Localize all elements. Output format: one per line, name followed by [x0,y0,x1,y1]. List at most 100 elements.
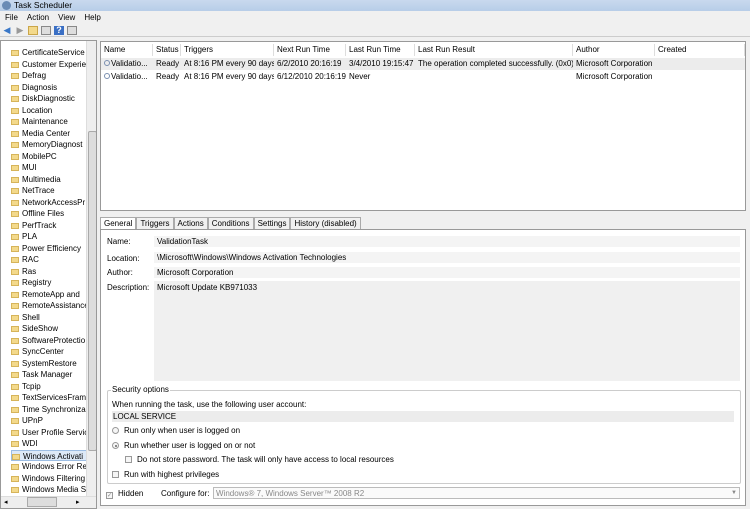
tree-item[interactable]: Time Synchroniza [11,404,89,415]
checkbox-label: Run with highest privileges [124,470,220,479]
tree-item-label: Time Synchroniza [22,404,86,414]
task-icon [104,72,110,79]
column-header[interactable]: Created [655,44,745,56]
tree-item[interactable]: Multimedia [11,174,89,185]
tree-item[interactable]: Task Manager [11,369,89,380]
tree-item[interactable]: RAC [11,254,89,265]
tree-item[interactable]: UPnP [11,415,89,426]
tree-item[interactable]: Windows Activati [11,449,89,461]
tree-item[interactable]: Offline Files [11,208,89,219]
tree-item[interactable]: TextServicesFram [11,392,89,403]
location-field: \Microsoft\Windows\Windows Activation Te… [154,252,740,263]
task-icon [104,60,110,66]
configure-for-label: Configure for: [161,489,210,498]
tree-item[interactable]: RemoteAssistance [11,300,89,311]
tree-item[interactable]: PLA [11,231,89,242]
tree-item[interactable]: Power Efficiency [11,243,89,254]
tree-item[interactable]: CertificateService [11,47,89,58]
tree-item[interactable]: PerfTrack [11,220,89,231]
list-header[interactable]: Name Status Triggers Next Run Time Last Run … [101,44,745,56]
tree-item[interactable]: Defrag [11,70,89,81]
folder-icon [11,337,19,344]
show-hide-tree-icon[interactable] [41,26,51,35]
scrollbar-thumb[interactable] [88,131,96,451]
column-header[interactable]: Last Run Result [415,44,573,56]
tree-item[interactable]: MemoryDiagnost [11,139,89,150]
tree-item[interactable]: Ras [11,266,89,277]
tree-item[interactable]: Windows Filtering [11,473,89,484]
folder-up-icon[interactable] [28,26,38,35]
tree-item[interactable]: WDI [11,438,89,449]
table-row[interactable]: Validatio... Ready At 8:16 PM every 90 day… [101,71,745,83]
help-icon[interactable]: ? [54,26,64,35]
account-prompt: When running the task, use the following… [112,400,307,409]
folder-icon [11,303,19,309]
tree-item[interactable]: SideShow [11,323,89,334]
tree-item[interactable]: Media Center [11,128,89,139]
description-field[interactable]: Microsoft Update KB971033 [154,281,740,381]
run-whether-logged-on-radio[interactable]: Run whether user is logged on or not [112,441,255,450]
column-header[interactable]: Author [573,44,655,56]
tree-item[interactable]: SyncCenter [11,346,89,357]
tree-item[interactable]: Windows Error Re [11,461,89,472]
author-field: Microsoft Corporation [154,267,740,278]
name-field[interactable]: ValidationTask [154,236,740,247]
tree-item[interactable]: Windows Media S [11,484,89,495]
column-header[interactable]: Next Run Time [274,44,346,56]
window-title: Task Scheduler [14,0,73,10]
tree-item[interactable]: Registry [11,277,89,288]
tree-item[interactable]: Tcpip [11,381,89,392]
menu-view[interactable]: View [58,12,75,24]
tree-item-label: User Profile Servic [22,427,89,437]
menu-action[interactable]: Action [27,12,49,24]
folder-icon [11,372,19,378]
forward-icon[interactable]: ▶ [15,26,25,35]
do-not-store-password-checkbox[interactable]: Do not store password. The task will onl… [125,455,394,464]
cell: Never [349,71,371,81]
tree-item-label: RemoteAssistance [22,301,89,310]
menu-file[interactable]: File [5,12,18,24]
tree-item[interactable]: User Profile Servic [11,427,89,438]
tree-horizontal-scrollbar[interactable]: ◂ ▸ [1,496,96,508]
column-header[interactable]: Name [101,44,153,56]
tree-vertical-scrollbar[interactable] [86,41,96,496]
tree-item[interactable]: Maintenance [11,116,89,127]
highest-privileges-checkbox[interactable]: Run with highest privileges [112,470,219,479]
cell: Ready [156,59,180,68]
hidden-checkbox[interactable]: ✓ Hidden [106,489,143,499]
configure-for-dropdown[interactable]: Windows® 7, Windows Server™ 2008 R2 ▼ [213,487,740,499]
title-bar: Task Scheduler [0,0,750,11]
back-icon[interactable]: ◀ [2,26,12,35]
show-hide-action-pane-icon[interactable] [67,26,77,35]
tree-item[interactable]: SystemRestore [11,358,89,369]
tree-item[interactable]: MobilePC [11,151,89,162]
folder-icon [12,453,20,460]
run-only-logged-on-radio[interactable]: Run only when user is logged on [112,426,240,435]
column-header[interactable]: Triggers [181,44,274,56]
tree-item[interactable]: SoftwareProtectio [11,335,89,346]
radio-icon [112,427,119,434]
menu-help[interactable]: Help [84,12,100,24]
column-header[interactable]: Last Run Time [346,44,415,56]
tree-item[interactable]: Location [11,105,89,116]
column-header[interactable]: Status [153,44,181,56]
table-row[interactable]: Validatio... Ready At 8:16 PM every 90 day… [101,58,745,70]
tree-item-label: RAC [22,255,39,264]
tree-item[interactable]: Diagnosis [11,82,89,93]
tree-item[interactable]: NetTrace [11,185,89,196]
tree-item[interactable]: NetworkAccessPr [11,197,89,208]
tree-item-label: Media Center [22,128,71,138]
tree-item[interactable]: RemoteApp and [11,289,89,300]
tree-item-label: NetTrace [22,186,55,195]
cell: 6/12/2010 20:16:19 [277,71,346,81]
folder-icon [11,383,19,390]
name-label: Name: [107,237,131,246]
tree-item[interactable]: Shell [11,312,89,323]
tree-item[interactable]: MUI [11,162,89,173]
folder-icon [11,464,19,470]
tree-item[interactable]: Customer Experie [11,59,89,70]
tree-item-label: RemoteApp and [22,289,80,299]
tree-item[interactable]: DiskDiagnostic [11,93,89,104]
folder-icon [11,61,19,68]
folder-icon [11,360,19,367]
